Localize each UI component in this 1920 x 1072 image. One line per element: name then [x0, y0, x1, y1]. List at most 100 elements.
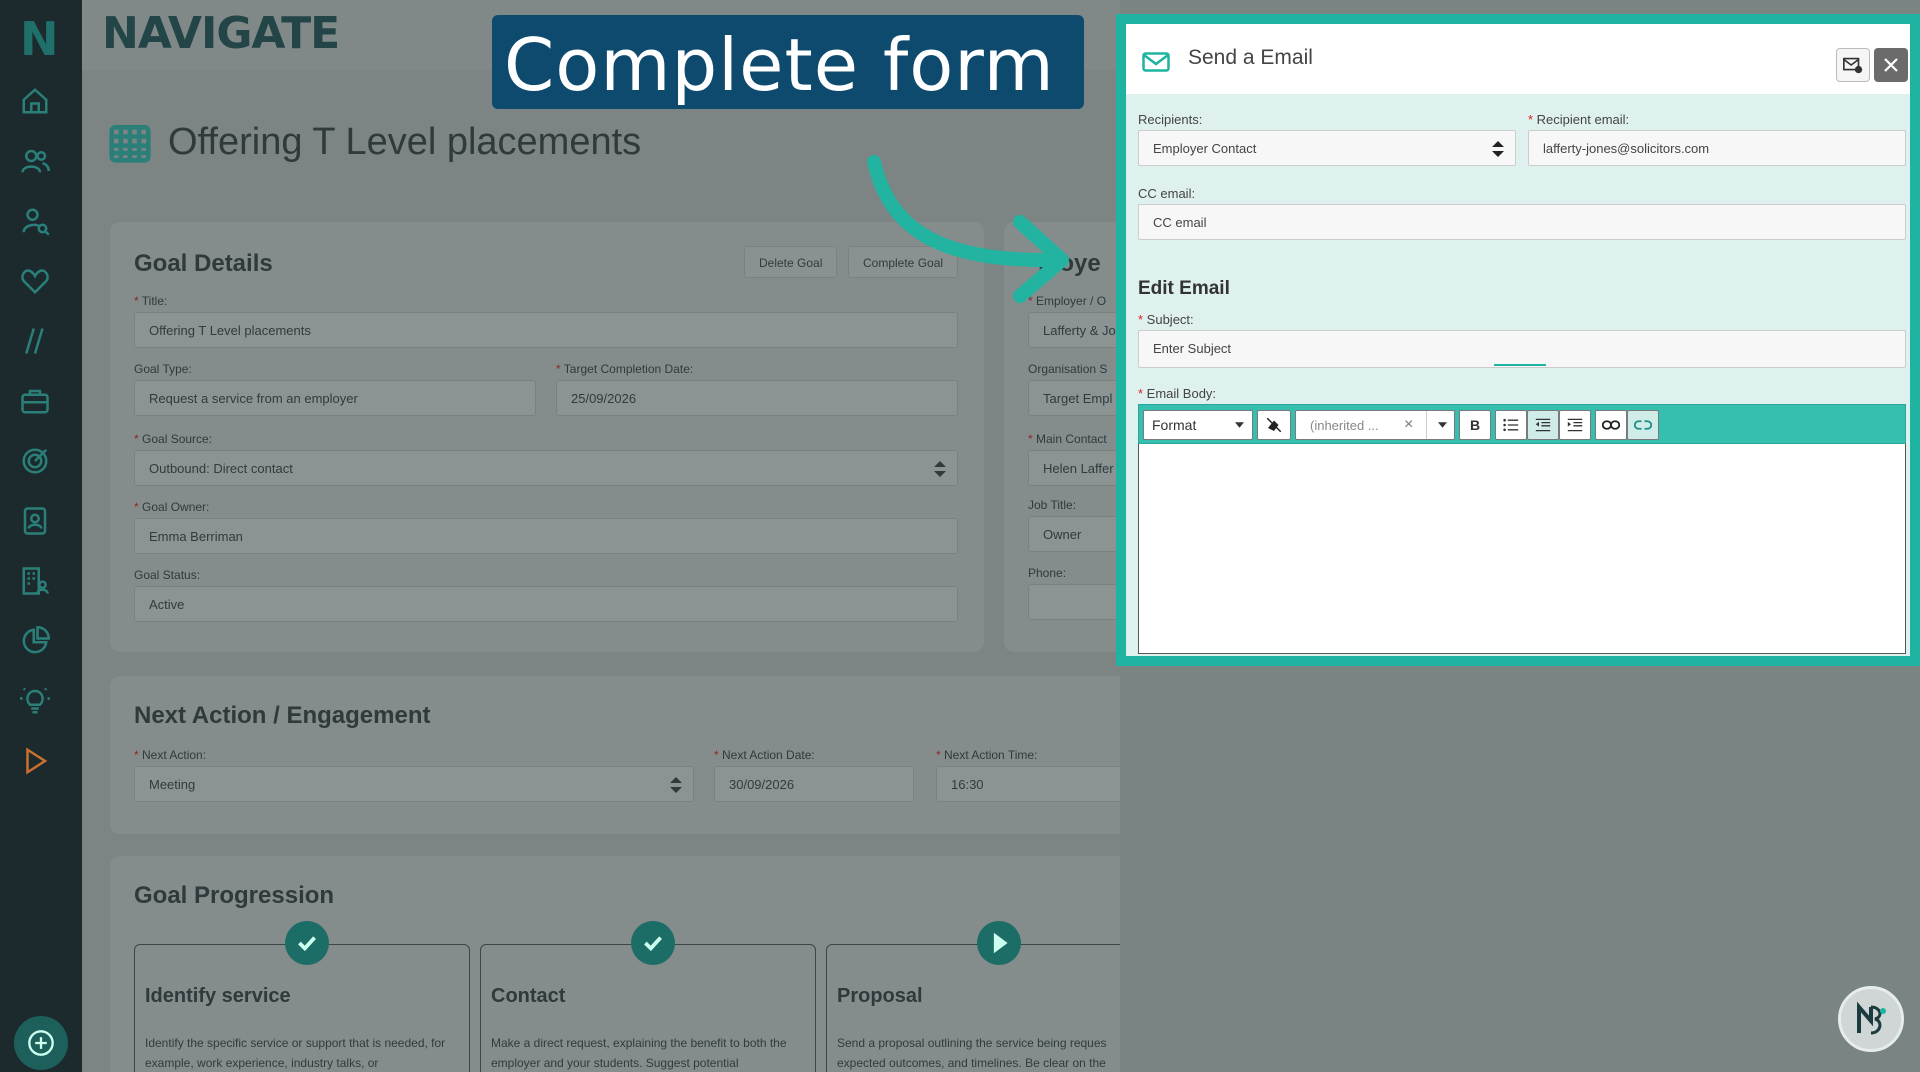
outdent-icon	[1535, 418, 1551, 432]
modal-title: Send a Email	[1188, 46, 1313, 69]
next-action-label: * Next Action:	[134, 748, 207, 762]
step-description: Make a direct request, explaining the be…	[491, 1036, 787, 1070]
subject-focus-indicator	[1494, 364, 1546, 366]
callout-arrow-icon	[867, 155, 1069, 303]
goal-owner-field[interactable]: Emma Berriman	[134, 518, 958, 554]
page-title: Offering T Level placements	[108, 120, 641, 164]
subject-field[interactable]: Enter Subject	[1138, 330, 1906, 368]
email-body-editor[interactable]	[1138, 444, 1906, 654]
main-contact-field[interactable]: Helen Laffer	[1028, 450, 1120, 486]
target-icon[interactable]	[18, 444, 52, 478]
help-widget-button[interactable]	[1838, 986, 1904, 1052]
font-family-dropdown[interactable]: (inherited ... ×	[1295, 410, 1455, 440]
next-action-heading: Next Action / Engagement	[134, 702, 431, 729]
next-action-select[interactable]: Meeting	[134, 766, 694, 802]
home-icon[interactable]	[18, 84, 52, 118]
send-email-modal: Send a Email Recipients: Employer Contac…	[1116, 14, 1920, 666]
target-date-field[interactable]: 25/09/2026	[556, 380, 958, 416]
user-search-icon[interactable]	[18, 204, 52, 238]
pie-chart-icon[interactable]	[18, 624, 52, 658]
edit-email-heading: Edit Email	[1138, 278, 1230, 299]
mail-icon	[1142, 52, 1170, 72]
title-label: * Title:	[134, 294, 168, 308]
add-button[interactable]	[14, 1016, 68, 1070]
sidebar: N	[0, 0, 82, 1072]
recipients-label: Recipients:	[1138, 112, 1203, 127]
slashes-icon[interactable]	[18, 324, 52, 358]
organisation-field[interactable]: Target Empl	[1028, 380, 1120, 416]
calendar-grid-icon	[109, 125, 151, 163]
phone-label: Phone:	[1028, 566, 1067, 580]
close-button[interactable]	[1874, 48, 1908, 82]
play-circle-icon	[977, 921, 1021, 965]
building-user-icon[interactable]	[18, 564, 52, 598]
goal-status-field[interactable]: Active	[134, 586, 958, 622]
subject-label: * Subject:	[1138, 312, 1194, 327]
unlink-icon	[1634, 420, 1652, 430]
next-action-time-label: * Next Action Time:	[936, 748, 1038, 762]
next-action-time-field[interactable]: 16:30	[936, 766, 1120, 802]
delete-goal-button[interactable]: Delete Goal	[744, 246, 838, 278]
target-date-label: * Target Completion Date:	[556, 362, 694, 376]
caret-down-icon	[1235, 422, 1244, 428]
modal-header: Send a Email	[1126, 24, 1910, 94]
link-button[interactable]	[1595, 410, 1627, 440]
heart-icon[interactable]	[18, 264, 52, 298]
recipients-select[interactable]: Employer Contact	[1138, 130, 1516, 166]
progression-step-identify[interactable]: Identify service Identify the specific s…	[134, 921, 470, 1072]
email-settings-button[interactable]	[1836, 48, 1870, 82]
next-action-date-label: * Next Action Date:	[714, 748, 815, 762]
close-icon	[1884, 58, 1898, 72]
callout-banner: Complete form	[492, 15, 1084, 109]
goal-details-heading: Goal Details	[134, 250, 273, 277]
sort-arrows-icon	[1492, 141, 1504, 157]
next-action-card: Next Action / Engagement * Next Action: …	[110, 676, 1120, 834]
phone-field[interactable]	[1028, 584, 1120, 620]
step-title: Proposal	[837, 985, 923, 1007]
recipients-value: Employer Contact	[1153, 141, 1257, 156]
editor-toolbar: Format (inherited ... × B	[1138, 404, 1906, 444]
job-title-label: Job Title:	[1028, 498, 1077, 512]
list-icon	[1503, 418, 1519, 432]
plus-circle-icon	[28, 1030, 54, 1056]
format-dropdown[interactable]: Format	[1143, 410, 1253, 440]
progression-step-proposal[interactable]: Proposal Send a proposal outlining the s…	[826, 921, 1120, 1072]
cc-email-label: CC email:	[1138, 186, 1196, 201]
remove-format-button[interactable]	[1257, 410, 1291, 440]
format-label: Format	[1152, 417, 1197, 433]
goal-status-label: Goal Status:	[134, 568, 201, 582]
step-description: Send a proposal outlining the service be…	[837, 1036, 1107, 1070]
check-circle-icon	[285, 921, 329, 965]
goal-progression-heading: Goal Progression	[134, 882, 335, 909]
main-contact-label: * Main Contact	[1028, 432, 1107, 446]
cc-email-field[interactable]: CC email	[1138, 204, 1906, 240]
recipient-email-field[interactable]: lafferty-jones@solicitors.com	[1528, 130, 1906, 166]
title-field[interactable]: Offering T Level placements	[134, 312, 958, 348]
goal-type-label: Goal Type:	[134, 362, 192, 376]
next-action-date-field[interactable]: 30/09/2026	[714, 766, 914, 802]
goal-source-select[interactable]: Outbound: Direct contact	[134, 450, 958, 486]
goal-type-field[interactable]: Request a service from an employer	[134, 380, 536, 416]
play-icon[interactable]	[18, 744, 52, 778]
mail-settings-icon	[1843, 57, 1863, 74]
indent-button[interactable]	[1559, 410, 1591, 440]
lightbulb-icon[interactable]	[18, 684, 52, 718]
progression-step-contact[interactable]: Contact Make a direct request, explainin…	[480, 921, 816, 1072]
step-description: Identify the specific service or support…	[145, 1036, 446, 1070]
sort-arrows-icon	[670, 777, 682, 793]
email-body-label: * Email Body:	[1138, 386, 1217, 401]
employer-field[interactable]: Lafferty & Jo	[1028, 312, 1120, 348]
bold-button[interactable]: B	[1459, 410, 1491, 440]
bullet-list-button[interactable]	[1495, 410, 1527, 440]
unlink-button[interactable]	[1627, 410, 1659, 440]
briefcase-icon[interactable]	[18, 384, 52, 418]
clear-font-icon[interactable]: ×	[1404, 416, 1413, 434]
goal-source-value: Outbound: Direct contact	[149, 461, 293, 476]
step-title: Contact	[491, 985, 566, 1007]
contact-card-icon[interactable]	[18, 504, 52, 538]
brand-wordmark: NAVIGATE	[102, 8, 340, 59]
users-icon[interactable]	[18, 144, 52, 178]
job-title-field[interactable]: Owner	[1028, 516, 1120, 552]
outdent-button[interactable]	[1527, 410, 1559, 440]
caret-down-icon	[1438, 422, 1447, 428]
